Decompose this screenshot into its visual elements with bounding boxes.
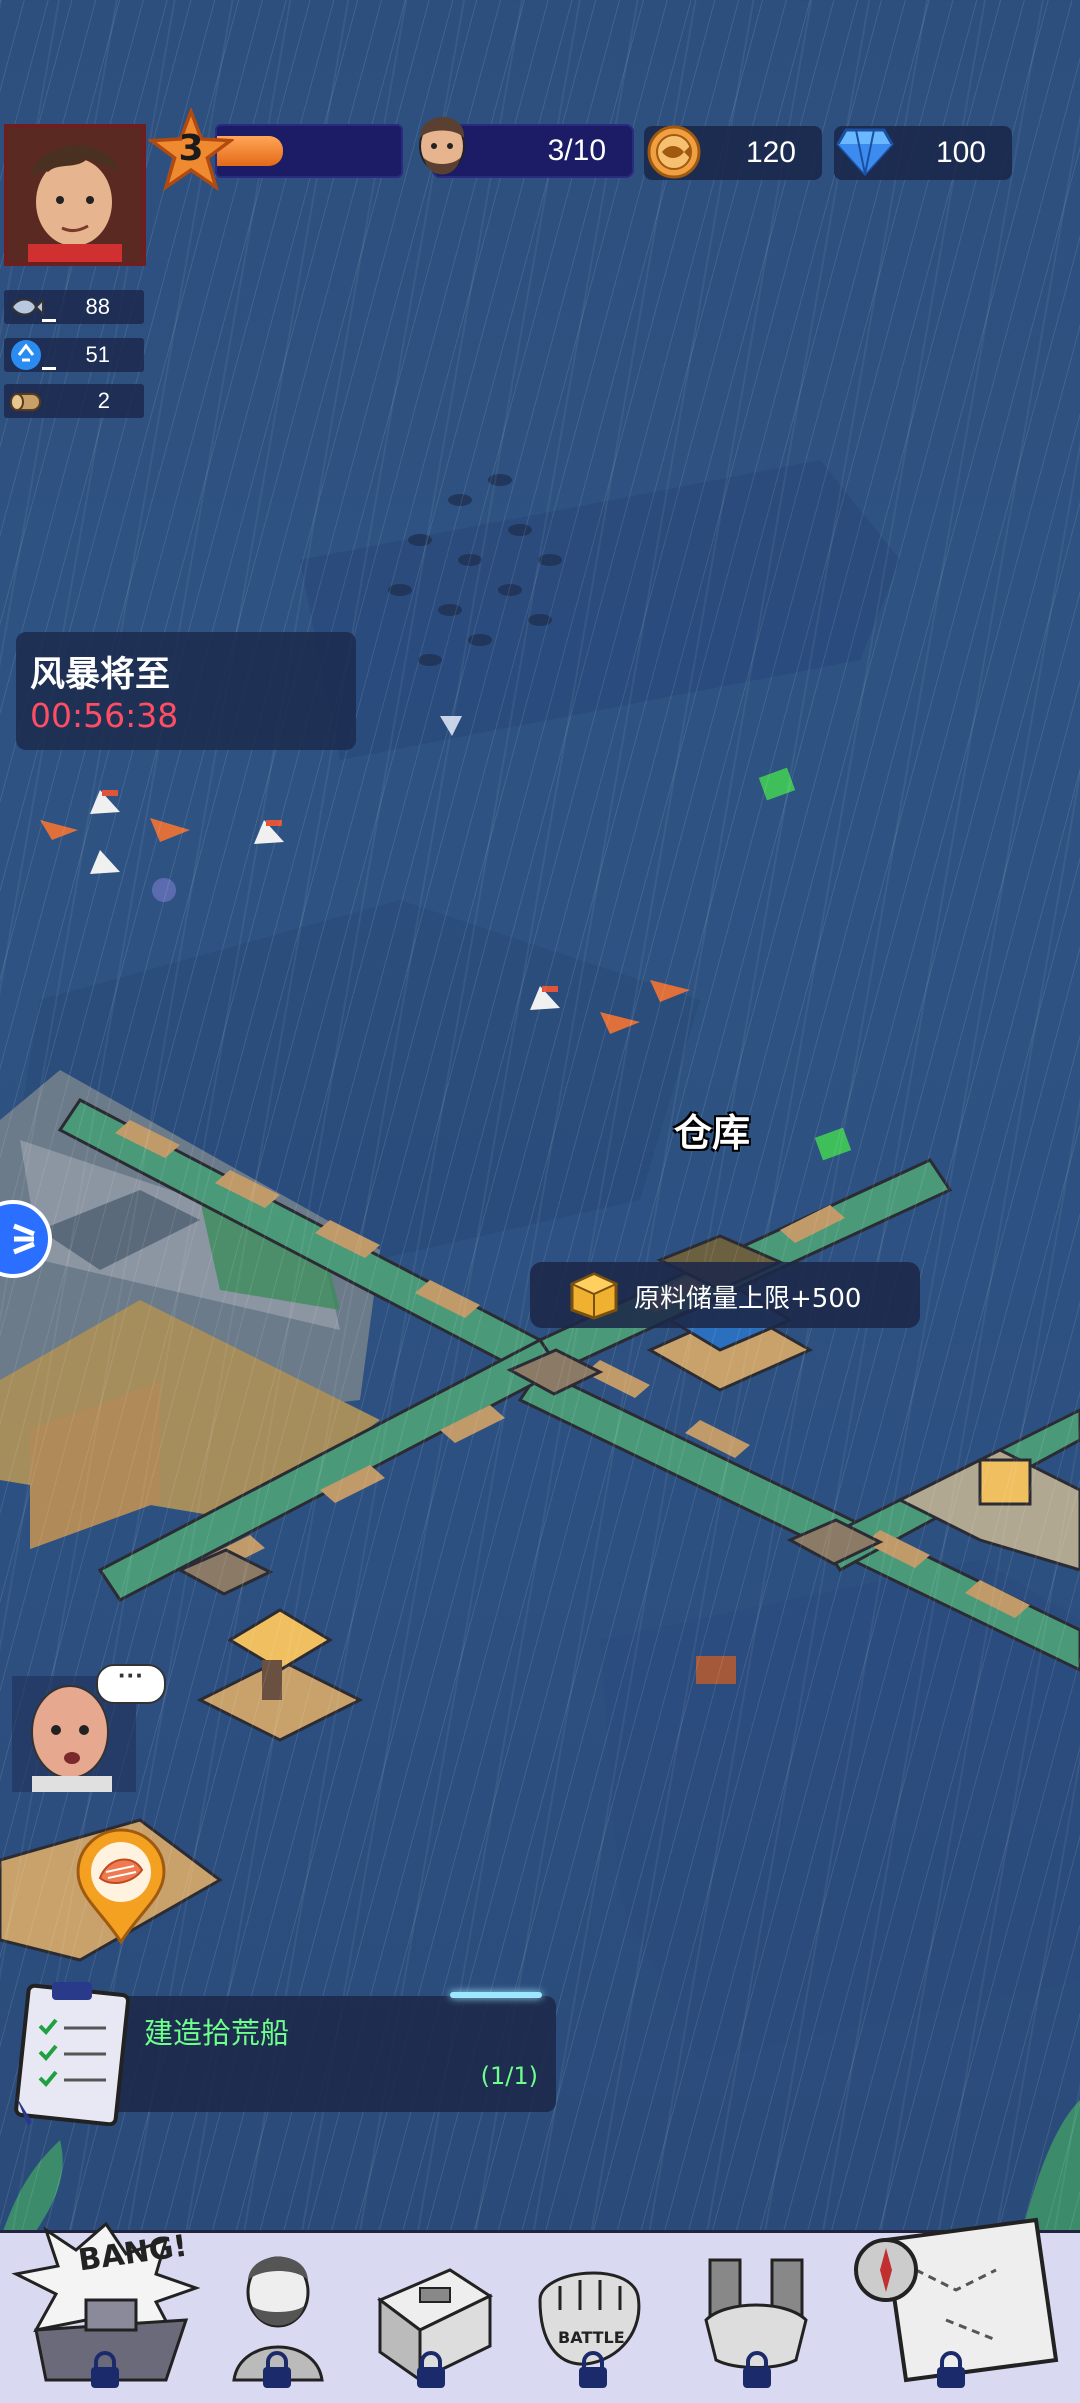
quest-title: 建造拾荒船: [144, 2016, 290, 2050]
clipboard-icon[interactable]: [12, 1976, 130, 2126]
storm-countdown: 00:56:38: [30, 696, 179, 735]
lock-icon: [743, 2351, 771, 2388]
survivor-count: 3/10: [547, 134, 606, 167]
quest-highlight: [450, 1992, 542, 1998]
sunken-ship-shadow: [300, 460, 900, 760]
nav-badge-battle: BATTLE: [558, 2328, 625, 2347]
fishing-hut: [196, 1608, 364, 1742]
storage-crate-icon: [569, 1272, 619, 1320]
warehouse-bonus-tag[interactable]: 原料储量上限+500: [530, 1262, 920, 1328]
lock-icon: [91, 2351, 119, 2388]
wood-amount: 2: [97, 388, 110, 413]
warehouse-label[interactable]: 仓库: [674, 1102, 750, 1157]
player-avatar[interactable]: [4, 124, 146, 266]
lock-icon: [937, 2351, 965, 2388]
resource-recycle[interactable]: 51: [4, 338, 144, 372]
fish-coin-icon: [647, 125, 701, 179]
quest-panel[interactable]: 建造拾荒船 (1/1): [70, 1992, 556, 2112]
resource-bar: [42, 319, 56, 322]
recycle-icon: [11, 340, 41, 370]
player-portrait: [8, 128, 142, 262]
survivor-icon: [419, 117, 465, 175]
wood-log-icon: [10, 393, 41, 411]
resource-fish[interactable]: 88: [4, 290, 144, 324]
player-level: 3: [178, 128, 204, 169]
storm-title: 风暴将至: [30, 655, 171, 695]
fish-icon: [10, 297, 44, 317]
xp-bar: [215, 124, 403, 178]
resource-bar: [42, 367, 56, 370]
npc-speech-bubble[interactable]: ···: [96, 1662, 166, 1704]
recycle-amount: 51: [85, 342, 110, 367]
gem-amount: 100: [935, 136, 986, 169]
warehouse-bonus-text: 原料储量上限+500: [634, 1284, 862, 1314]
coin-amount: 120: [745, 136, 796, 169]
signal-icon: [13, 1223, 35, 1255]
diamond-icon: [836, 128, 894, 176]
fish-amount: 88: [85, 294, 110, 319]
lock-icon: [579, 2351, 607, 2388]
lock-icon: [417, 2351, 445, 2388]
quest-progress: (1/1): [480, 2062, 538, 2090]
side-menu-button[interactable]: [0, 1200, 52, 1278]
salmon-map-pin-icon[interactable]: [72, 1826, 170, 1944]
right-dock: [896, 1448, 1080, 1572]
storm-alert-panel[interactable]: 风暴将至 00:56:38: [16, 632, 356, 750]
lock-icon: [263, 2351, 291, 2388]
resource-wood[interactable]: 2: [4, 384, 144, 418]
